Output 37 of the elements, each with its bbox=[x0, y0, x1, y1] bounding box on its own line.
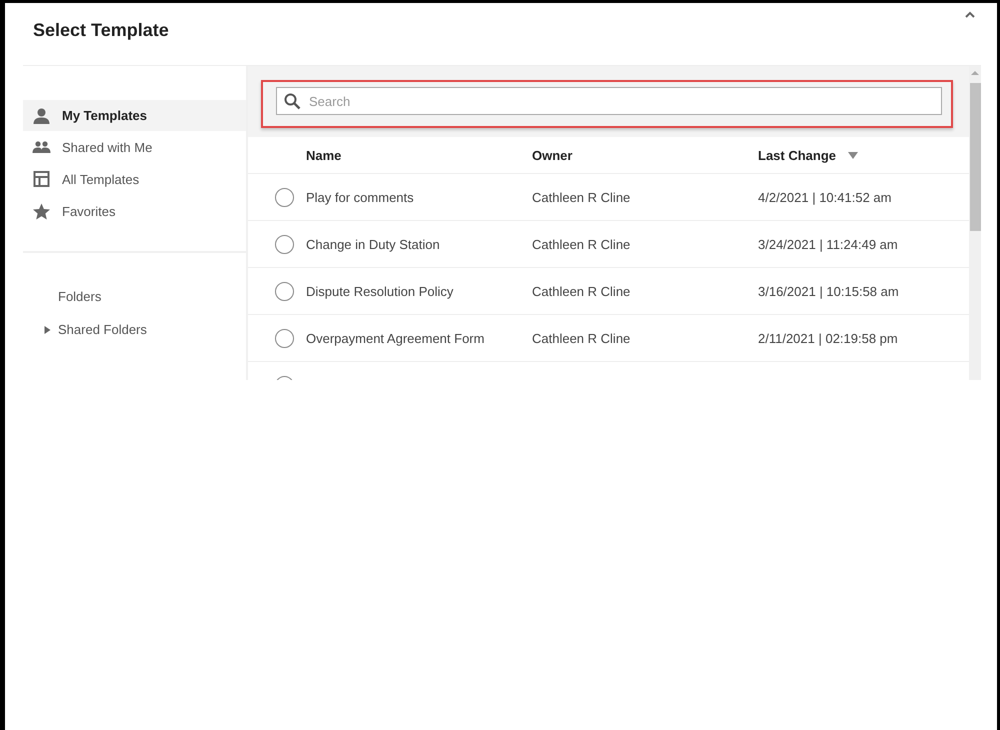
radio-button[interactable] bbox=[275, 234, 294, 254]
table-cell: Cathleen R Cline bbox=[532, 190, 630, 204]
sidebar-item[interactable]: All Templates bbox=[23, 163, 246, 195]
table-cell: Play for comments bbox=[306, 190, 414, 204]
table-cell: 4/2/2021 | 10:41:52 am bbox=[758, 190, 892, 204]
table-cell: Change in Duty Station bbox=[306, 236, 440, 252]
star-icon bbox=[32, 202, 51, 220]
table-cell: 2/11/2021 | 02:19:58 pm bbox=[758, 330, 898, 346]
dialog-title: Select Template bbox=[33, 20, 169, 41]
sort-descending-icon[interactable] bbox=[848, 152, 858, 158]
table-cell: 3/24/2021 | 11:24:49 am bbox=[758, 236, 898, 252]
column-header[interactable]: Owner bbox=[532, 148, 572, 162]
table-cell: Cathleen R Cline bbox=[532, 236, 630, 252]
table-cell: Dispute Resolution Policy bbox=[306, 284, 454, 298]
column-header[interactable]: Name bbox=[306, 148, 342, 162]
radio-button[interactable] bbox=[275, 328, 294, 348]
table-cell: 3/16/2021 | 10:15:58 am bbox=[758, 284, 899, 298]
search-icon bbox=[284, 93, 301, 110]
folder-item[interactable]: Shared Folders bbox=[44, 322, 246, 337]
collapse-caret-icon[interactable] bbox=[965, 11, 975, 18]
table-cell: Overpayment Agreement Form bbox=[306, 330, 484, 346]
layout-icon bbox=[32, 171, 51, 187]
person-icon bbox=[32, 108, 51, 124]
folders-heading: Folders bbox=[58, 289, 102, 304]
scroll-up-arrow-icon[interactable] bbox=[971, 70, 979, 75]
sidebar-item[interactable]: My Templates bbox=[23, 100, 246, 131]
sidebar-item[interactable]: Favorites bbox=[23, 195, 246, 227]
table-cell: Cathleen R Cline bbox=[532, 284, 630, 298]
search-field[interactable]: Search bbox=[276, 87, 942, 115]
column-header[interactable]: Last Change bbox=[758, 148, 836, 162]
collapsed-triangle-icon[interactable] bbox=[44, 326, 51, 334]
scrollbar[interactable] bbox=[969, 66, 981, 380]
sidebar-item[interactable]: Shared with Me bbox=[23, 131, 246, 163]
radio-button[interactable] bbox=[275, 282, 294, 300]
people-icon bbox=[32, 141, 51, 153]
radio-button[interactable] bbox=[275, 188, 294, 206]
table-cell: Cathleen R Cline bbox=[532, 330, 630, 346]
